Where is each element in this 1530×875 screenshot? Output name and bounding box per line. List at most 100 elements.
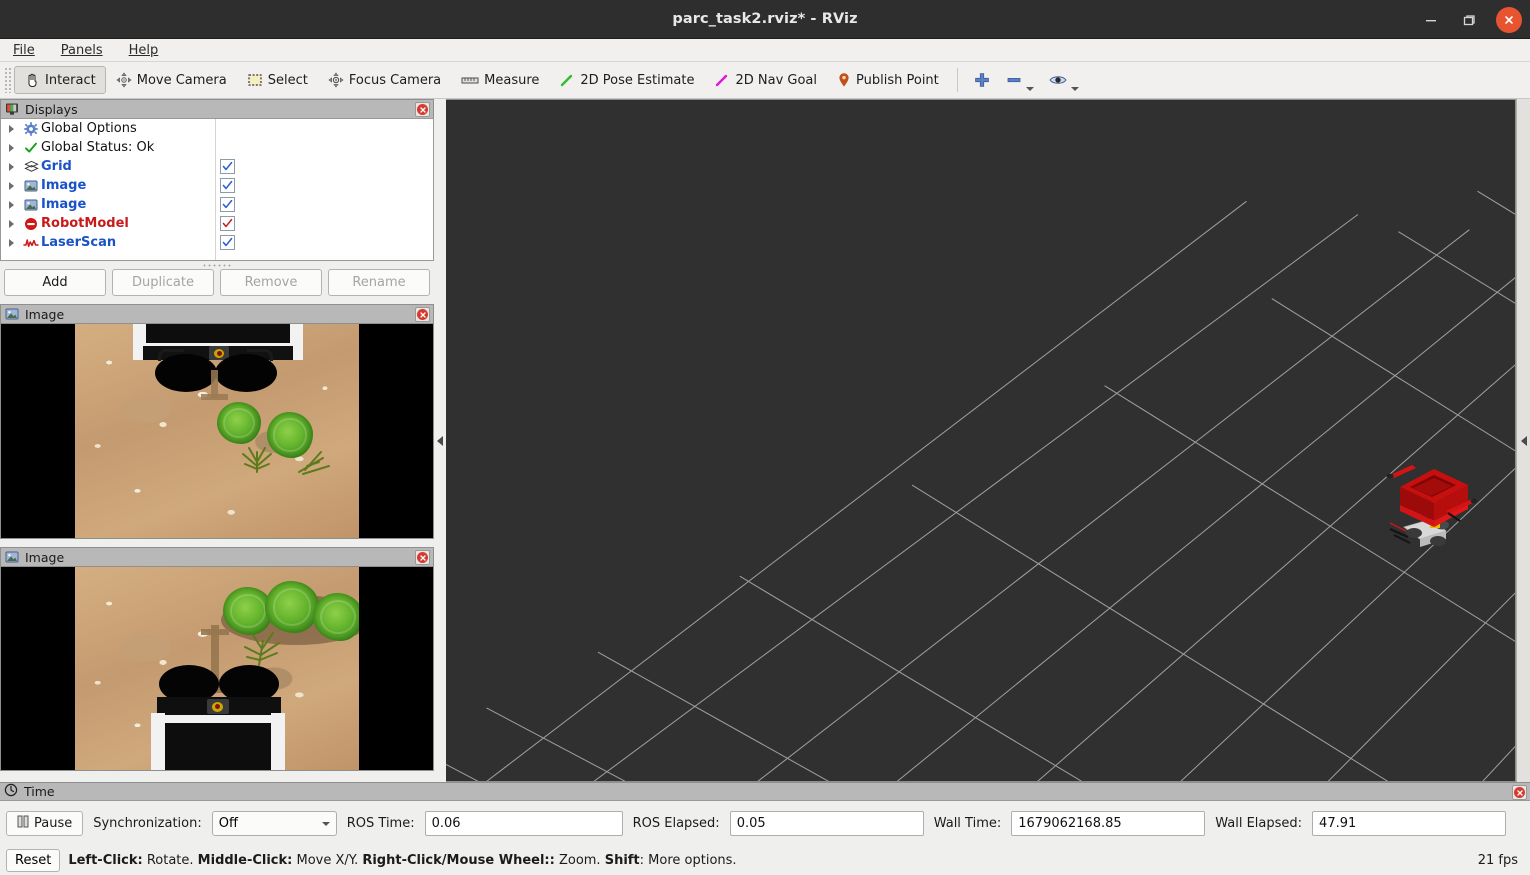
tool-2d-nav-goal[interactable]: 2D Nav Goal — [704, 66, 827, 94]
tool-measure-label: Measure — [484, 72, 540, 88]
ros-elapsed-field[interactable]: 0.05 — [729, 811, 924, 836]
menu-file[interactable]: File — [10, 42, 38, 59]
tool-select-label: Select — [267, 72, 308, 88]
tool-focus-camera[interactable]: Focus Camera — [318, 66, 451, 94]
close-panel-icon — [1514, 787, 1525, 798]
image-panel-1-canvas[interactable] — [0, 323, 434, 539]
display-checkbox-laserscan[interactable] — [220, 235, 235, 250]
image-icon — [21, 179, 41, 193]
expand-arrow-icon[interactable] — [1, 238, 21, 247]
tool-publish-point[interactable]: Publish Point — [827, 66, 949, 94]
magenta-arrow-icon — [714, 72, 730, 88]
clock-icon — [4, 783, 18, 801]
display-row-label: RobotModel — [41, 216, 129, 231]
time-panel-close-button[interactable] — [1512, 785, 1527, 800]
displays-close-button[interactable] — [415, 102, 430, 117]
remove-display-button[interactable]: Remove — [220, 269, 322, 296]
pause-button[interactable]: Pause — [6, 811, 84, 836]
close-panel-icon — [417, 552, 428, 563]
image-panel-2-close-button[interactable] — [415, 550, 430, 565]
robot-frame-right — [271, 713, 285, 770]
expand-arrow-icon[interactable] — [1, 124, 21, 133]
display-row-image-1[interactable]: Image — [1, 176, 433, 195]
render-view-3d[interactable] — [446, 99, 1516, 782]
tool-move-camera[interactable]: Move Camera — [106, 66, 237, 94]
displays-button-row: Add Duplicate Remove Rename — [0, 269, 434, 296]
display-checkbox-image-2[interactable] — [220, 197, 235, 212]
tool-remove-view[interactable] — [998, 66, 1041, 94]
rename-display-button[interactable]: Rename — [328, 269, 430, 296]
display-row-global-options[interactable]: Global Options — [1, 119, 433, 138]
image-panel-2-canvas[interactable] — [0, 566, 434, 771]
synchronization-select[interactable]: Off — [211, 811, 337, 836]
toolbar-separator — [956, 68, 958, 92]
left-dock-splitter[interactable] — [434, 99, 446, 782]
minimize-icon[interactable] — [1420, 9, 1442, 31]
reset-button[interactable]: Reset — [6, 848, 61, 872]
robot-sensor-lens — [217, 351, 222, 356]
pause-icon — [17, 815, 29, 832]
image-panel-2-header: Image — [0, 547, 434, 566]
image-icon — [5, 550, 19, 564]
chevron-down-icon[interactable] — [1025, 87, 1034, 91]
wall-time-field[interactable]: 1679062168.85 — [1011, 811, 1206, 836]
display-checkbox-image-1[interactable] — [220, 178, 235, 193]
tool-view-visibility[interactable] — [1041, 66, 1086, 94]
collapse-right-arrow-icon[interactable] — [1520, 435, 1527, 446]
tool-2d-pose-estimate[interactable]: 2D Pose Estimate — [549, 66, 704, 94]
collapse-left-arrow-icon[interactable] — [437, 435, 443, 446]
rear-camera-image — [75, 567, 359, 770]
tool-select[interactable]: Select — [237, 66, 318, 94]
menu-panels[interactable]: Panels — [58, 42, 106, 59]
front-camera-image — [75, 324, 359, 538]
display-checkbox-robotmodel[interactable] — [220, 216, 235, 231]
display-row-label: Image — [41, 197, 87, 212]
robot-body-top — [143, 324, 293, 346]
maximize-icon[interactable] — [1458, 9, 1480, 31]
display-row-image-2[interactable]: Image — [1, 195, 433, 214]
close-panel-icon — [417, 104, 428, 115]
image-panel-1-close-button[interactable] — [415, 307, 430, 322]
chevron-down-icon[interactable] — [321, 821, 330, 826]
chevron-down-icon[interactable] — [1070, 87, 1079, 91]
display-row-global-status[interactable]: Global Status: Ok — [1, 138, 433, 157]
robot-frame-top — [163, 715, 273, 723]
tool-interact-label: Interact — [45, 72, 96, 88]
toolbar-grip[interactable] — [4, 67, 12, 93]
displays-resize-handle[interactable] — [0, 261, 434, 269]
expand-arrow-icon[interactable] — [1, 181, 21, 190]
displays-panel: Displays Global Options Global Status: O… — [0, 99, 434, 296]
grid-icon — [21, 160, 41, 174]
hint-part: Zoom. — [554, 852, 605, 868]
ros-time-field[interactable]: 0.06 — [424, 811, 623, 836]
wall-elapsed-field[interactable]: 47.91 — [1312, 811, 1507, 836]
robot-model[interactable] — [1384, 455, 1480, 551]
map-pin-icon — [837, 72, 851, 88]
close-icon[interactable] — [1496, 6, 1522, 33]
robot-body-top — [165, 723, 271, 770]
display-row-label: Grid — [41, 159, 72, 174]
display-row-grid[interactable]: Grid — [1, 157, 433, 176]
expand-arrow-icon[interactable] — [1, 162, 21, 171]
display-row-robotmodel[interactable]: RobotModel — [1, 214, 433, 233]
right-dock-splitter[interactable] — [1516, 99, 1530, 782]
menu-help[interactable]: Help — [126, 42, 162, 59]
displays-tree[interactable]: Global Options Global Status: Ok Grid Im… — [0, 118, 434, 261]
minus-icon — [1005, 71, 1023, 89]
tool-add-view[interactable] — [966, 66, 998, 94]
display-row-label: Global Status: Ok — [41, 140, 155, 155]
expand-arrow-icon[interactable] — [1, 200, 21, 209]
menu-file-label: File — [13, 42, 35, 58]
add-display-button[interactable]: Add — [4, 269, 106, 296]
display-checkbox-grid[interactable] — [220, 159, 235, 174]
weed-plant — [298, 451, 330, 475]
expand-arrow-icon[interactable] — [1, 219, 21, 228]
mast-shadow-base — [201, 394, 228, 400]
duplicate-display-button[interactable]: Duplicate — [112, 269, 214, 296]
display-row-laserscan[interactable]: LaserScan — [1, 233, 433, 252]
synchronization-value: Off — [218, 816, 238, 831]
tool-measure[interactable]: Measure — [451, 66, 549, 94]
tool-interact[interactable]: Interact — [14, 66, 106, 94]
expand-arrow-icon[interactable] — [1, 143, 21, 152]
tool-2d-nav-goal-label: 2D Nav Goal — [735, 72, 818, 88]
